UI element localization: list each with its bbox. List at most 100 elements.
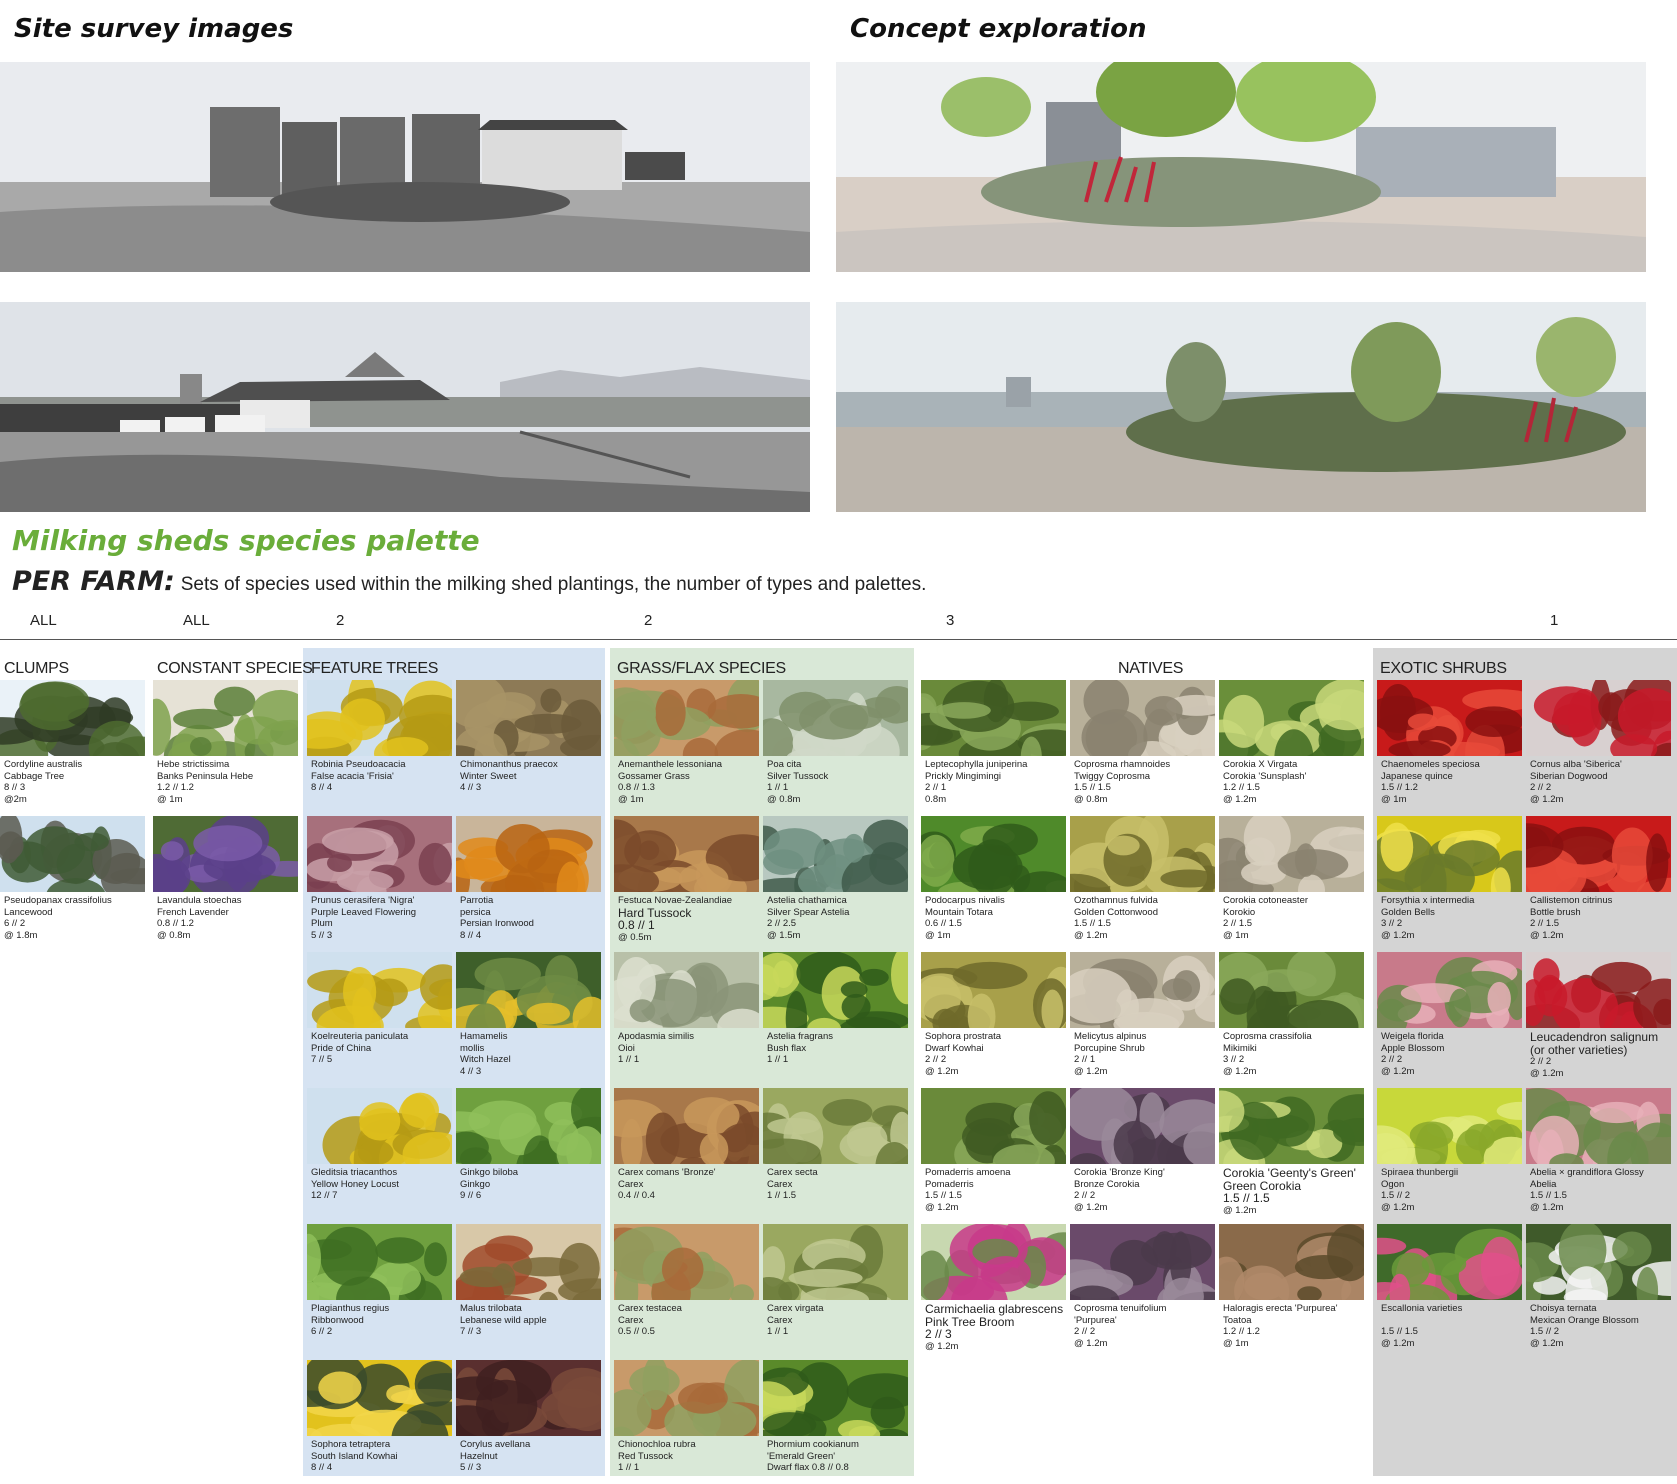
natives-heading: NATIVES: [1118, 660, 1184, 677]
species-caption-line: 0.5 // 0.5: [618, 1326, 655, 1337]
count-grass: 2: [644, 612, 653, 629]
species-caption-line: @ 0.5m: [618, 931, 652, 943]
species-photo: [456, 952, 601, 1028]
species-caption-line: Silver Tussock: [767, 770, 829, 782]
species-card-feature-trees: Ginkgo biloba Ginkgo 9 // 6: [456, 1088, 601, 1202]
species-photo: [1526, 680, 1671, 756]
species-caption-line: 1.5 // 2: [1530, 1326, 1560, 1337]
species-photo: [1070, 952, 1215, 1028]
species-caption-line: @ 1m: [1223, 1337, 1249, 1349]
species-photo: [1377, 1224, 1522, 1300]
species-caption-line: Prickly Mingimingi: [925, 770, 1002, 782]
species-photo: [1219, 680, 1364, 756]
species-caption-line: 1.5 // 1.2: [1381, 782, 1418, 793]
species-caption-line: Corokia 'Sunsplash': [1223, 770, 1307, 782]
species-photo: [0, 680, 145, 756]
species-caption-line: @ 1.2m: [925, 1201, 959, 1213]
species-caption: Corokia cotoneaster Korokio 2 // 1.5 @ 1m: [1219, 895, 1364, 941]
species-caption-line: mollis: [460, 1042, 485, 1054]
species-card-natives: Corokia 'Bronze King' Bronze Corokia 2 // …: [1070, 1088, 1215, 1213]
species-caption-line: Callistemon citrinus: [1530, 895, 1613, 906]
species-photo: [1219, 1088, 1364, 1164]
species-caption-line: 8 // 4: [311, 1462, 333, 1473]
species-caption-line: Pride of China: [311, 1042, 372, 1054]
species-caption-line: Pomaderris: [925, 1178, 974, 1190]
species-caption: Sophora prostrata Dwarf Kowhai 2 // 2 @ 1.2…: [921, 1031, 1066, 1077]
species-photo: [1070, 816, 1215, 892]
species-caption-line: Pomaderris amoena: [925, 1167, 1011, 1178]
species-card-natives: Corokia X Virgata Corokia 'Sunsplash' 1.2 …: [1219, 680, 1364, 805]
species-photo: [921, 952, 1066, 1028]
species-photo: [1377, 1088, 1522, 1164]
species-photo: [307, 680, 452, 756]
species-caption: Coprosma rhamnoides Twiggy Coprosma 1.5 //…: [1070, 759, 1215, 805]
species-caption-line: @2m: [4, 793, 27, 805]
feature-trees-heading: FEATURE TREES: [311, 660, 439, 677]
species-photo: [0, 816, 145, 892]
species-caption-line: Robinia Pseudoacacia: [311, 759, 406, 770]
species-card-natives: Corokia 'Geenty's Green' Green Corokia 1.5…: [1219, 1088, 1364, 1216]
species-caption: Carmichaelia glabrescens Pink Tree Broom 2…: [921, 1303, 1066, 1352]
site-survey-photo-2: [0, 302, 810, 512]
species-photo: [1219, 952, 1364, 1028]
species-caption-line: Leucadendron salignum: [1530, 1030, 1659, 1044]
species-card-natives: Haloragis erecta 'Purpurea' Toatoa 1.2 // …: [1219, 1224, 1364, 1349]
species-photo: [763, 1360, 908, 1436]
species-photo: [921, 680, 1066, 756]
species-photo: [307, 1360, 452, 1436]
species-caption-line: 2 // 2: [925, 1054, 947, 1065]
species-caption-line: Prunus cerasifera 'Nigra': [311, 895, 415, 906]
species-caption: Chimonanthus praecox Winter Sweet 4 // 3: [456, 759, 601, 794]
species-caption-line: 'Purpurea': [1074, 1314, 1117, 1326]
site-survey-heading: Site survey images: [14, 14, 294, 44]
species-card-feature-trees: Gleditsia triacanthos Yellow Honey Locust…: [307, 1088, 452, 1202]
species-caption: Corylus avellana Hazelnut 5 // 3: [456, 1439, 601, 1474]
species-card-natives: Coprosma crassifolia Mikimiki 3 // 2 @ 1.2m: [1219, 952, 1364, 1077]
species-caption-line: Leptecophylla juniperina: [925, 759, 1028, 770]
species-caption-line: @ 1.2m: [1223, 1065, 1257, 1077]
species-caption-line: @ 1.2m: [1530, 1201, 1564, 1213]
species-caption: Corokia 'Geenty's Green' Green Corokia 1.5…: [1219, 1167, 1364, 1216]
palette-title: Milking sheds species palette: [12, 524, 480, 557]
species-caption-line: Ozothamnus fulvida: [1074, 895, 1158, 906]
species-caption-line: 1 // 1.5: [767, 1190, 797, 1201]
species-caption: Ozothamnus fulvida Golden Cottonwood 1.5 /…: [1070, 895, 1215, 941]
species-caption: Carex testacea Carex 0.5 // 0.5: [614, 1303, 759, 1338]
species-photo: [456, 680, 601, 756]
species-caption-line: Bronze Corokia: [1074, 1178, 1140, 1190]
species-caption-line: 2 // 1.5: [1223, 918, 1253, 929]
species-caption-line: Corokia 'Geenty's Green': [1223, 1166, 1356, 1180]
species-caption-line: 5 // 3: [460, 1462, 482, 1473]
species-caption-line: 6 // 2: [4, 918, 26, 929]
species-card-feature-trees: Koelreuteria paniculata Pride of China 7 /…: [307, 952, 452, 1066]
species-caption: Hebe strictissima Banks Peninsula Hebe 1.2…: [153, 759, 298, 805]
species-caption-line: 1.5 // 2: [1381, 1190, 1411, 1201]
species-caption-line: @ 1.2m: [1074, 1065, 1108, 1077]
species-caption-line: Cornus alba 'Siberica': [1530, 759, 1622, 770]
species-caption-line: Ginkgo: [460, 1178, 491, 1190]
species-caption-line: Cordyline australis: [4, 759, 83, 770]
species-caption: Carex virgata Carex 1 // 1: [763, 1303, 908, 1338]
species-card-grass: Poa cita Silver Tussock 1 // 1 @ 0.8m: [763, 680, 908, 805]
species-card-exotic: Weigela florida Apple Blossom 2 // 2 @ 1.2m: [1377, 952, 1522, 1077]
species-caption-line: Golden Bells: [1381, 906, 1435, 918]
divider-rule: [0, 639, 1677, 640]
species-card-natives: Pomaderris amoena Pomaderris 1.5 // 1.5 @ 1…: [921, 1088, 1066, 1213]
species-caption: Robinia Pseudoacacia False acacia 'Frisia…: [307, 759, 452, 794]
species-caption-line: Apple Blossom: [1381, 1042, 1445, 1054]
species-card-feature-trees: Corylus avellana Hazelnut 5 // 3: [456, 1360, 601, 1474]
species-caption-line: 2 // 1: [1074, 1054, 1096, 1065]
species-card-exotic: Spiraea thunbergii Ogon 1.5 // 2 @ 1.2m: [1377, 1088, 1522, 1213]
species-caption-line: 0.8 // 1.3: [618, 782, 655, 793]
species-caption-line: Anemanthele lessoniana: [618, 759, 723, 770]
species-caption-line: 2 // 2: [1381, 1054, 1403, 1065]
species-caption-line: (or other varieties): [1530, 1042, 1628, 1057]
species-card-feature-trees: Malus trilobata Lebanese wild apple 7 // 3: [456, 1224, 601, 1338]
species-card-exotic: Callistemon citrinus Bottle brush 2 // 1.5…: [1526, 816, 1671, 941]
species-photo: [1219, 816, 1364, 892]
species-caption-line: @ 1.2m: [925, 1340, 959, 1352]
species-caption-line: 0.8 // 1.2: [157, 918, 194, 929]
species-caption: Cordyline australis Cabbage Tree 8 // 3 @2m: [0, 759, 145, 805]
species-caption-line: Purple Leaved Flowering: [311, 906, 417, 918]
species-caption-line: Chimonanthus praecox: [460, 759, 558, 770]
